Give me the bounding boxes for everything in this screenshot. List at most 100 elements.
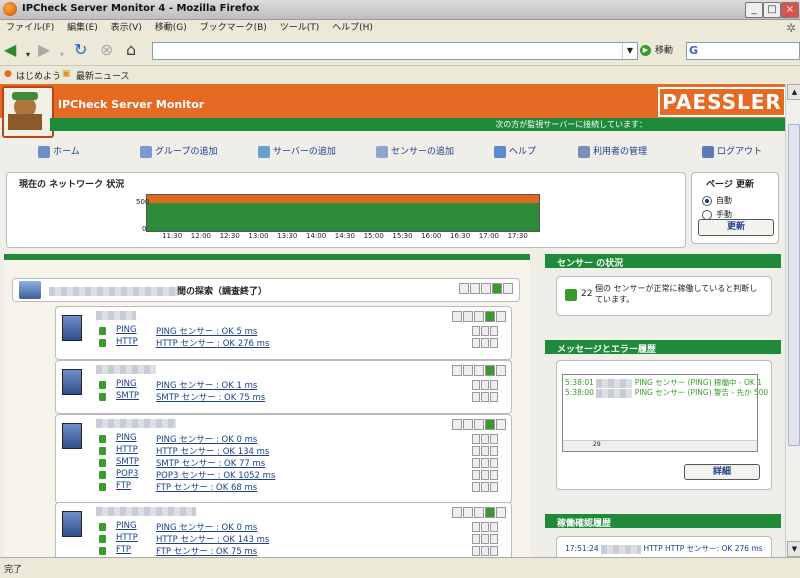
message-log[interactable]: 5:38:01 PING センサー (PING) 稼働中 - OK 1 5:38…	[562, 374, 768, 452]
sensor-name-link[interactable]: PING	[116, 325, 137, 335]
sensor-name-link[interactable]: PING	[116, 433, 137, 443]
sensor-description-link[interactable]: PING センサー : OK 1 ms	[156, 379, 257, 391]
url-input[interactable]: ▼	[152, 42, 638, 60]
server-icon	[258, 145, 270, 158]
sensor-description-link[interactable]: PING センサー : OK 0 ms	[156, 521, 257, 533]
sensor-name-link[interactable]: SMTP	[116, 457, 139, 467]
sensor-name-link[interactable]: PING	[116, 521, 137, 531]
scroll-thumb[interactable]	[788, 124, 800, 446]
page-content: IPCheck Server Monitor PAESSLER 次の方が監視サー…	[0, 84, 785, 557]
sensor-tools[interactable]	[471, 482, 498, 495]
close-button[interactable]: ×	[781, 2, 799, 18]
menu-add-server[interactable]: サーバーの追加	[258, 144, 336, 158]
scroll-up-icon[interactable]: ▲	[787, 84, 800, 100]
forward-dropdown-icon[interactable]: ▾	[60, 46, 64, 64]
graph-x-label: 16:30	[450, 232, 471, 240]
sensor-status-icon	[99, 483, 106, 491]
menu-help[interactable]: ヘルプ	[494, 144, 536, 158]
menu-add-group[interactable]: グループの追加	[140, 144, 217, 158]
server-tools[interactable]	[452, 365, 507, 379]
sensor-tools[interactable]	[471, 338, 498, 351]
stop-icon[interactable]: ⊗	[100, 41, 113, 59]
sensor-tools[interactable]	[471, 546, 498, 557]
sensor-status-icon	[99, 447, 106, 455]
sensor-description-link[interactable]: SMTP センサー : OK 77 ms	[156, 457, 265, 469]
sensor-name-link[interactable]: FTP	[116, 481, 131, 491]
sensor-name-link[interactable]: HTTP	[116, 337, 138, 347]
sensor-status-icon	[99, 381, 106, 389]
url-dropdown-icon[interactable]: ▼	[622, 43, 637, 59]
sensor-name-link[interactable]: FTP	[116, 545, 131, 555]
menu-bookmarks[interactable]: ブックマーク(B)	[200, 20, 267, 37]
sensor-description-link[interactable]: POP3 センサー : OK 1052 ms	[156, 469, 275, 481]
back-icon[interactable]: ◀	[4, 41, 16, 59]
group-icon	[19, 281, 41, 299]
minimize-button[interactable]: _	[745, 2, 763, 18]
group-tools[interactable]	[459, 283, 514, 297]
sensor-description-link[interactable]: PING センサー : OK 0 ms	[156, 433, 257, 445]
home-icon	[38, 145, 50, 158]
sensor-row: HTTP HTTP センサー : OK 134 ms	[96, 445, 506, 457]
menu-tools[interactable]: ツール(T)	[280, 20, 320, 37]
menu-logout[interactable]: ログアウト	[702, 144, 762, 158]
home-icon[interactable]: ⌂	[126, 41, 136, 59]
page-scrollbar[interactable]: ▲ ▼	[785, 84, 800, 557]
server-icon	[62, 511, 82, 537]
graph-x-label: 13:30	[277, 232, 298, 240]
menu-home[interactable]: ホーム	[38, 144, 80, 158]
sensor-name-link[interactable]: SMTP	[116, 391, 139, 401]
browser-menubar: ファイル(F) 編集(E) 表示(V) 移動(G) ブックマーク(B) ツール(…	[0, 20, 800, 37]
menu-add-sensor[interactable]: センサーの追加	[376, 144, 454, 158]
sensor-description-link[interactable]: FTP センサー : OK 75 ms	[156, 545, 257, 557]
sensor-status-icon	[99, 327, 106, 335]
sensor-description-link[interactable]: FTP センサー : OK 68 ms	[156, 481, 257, 493]
sensor-description-link[interactable]: HTTP センサー : OK 134 ms	[156, 445, 269, 457]
refresh-auto-radio[interactable]: 自動	[702, 195, 732, 206]
back-dropdown-icon[interactable]: ▾	[26, 46, 30, 64]
sensor-status-icon	[99, 459, 106, 467]
group-name: 間の探索（調査終了）	[49, 284, 267, 297]
refresh-button[interactable]: 更新	[698, 219, 774, 236]
sensor-name-link[interactable]: PING	[116, 379, 137, 389]
redacted-server-name	[96, 419, 176, 428]
server-card: PING PING センサー : OK 0 ms HTTP HTTP センサー : O…	[55, 414, 512, 504]
menu-edit[interactable]: 編集(E)	[67, 20, 98, 37]
server-icon	[62, 315, 82, 341]
server-tools[interactable]	[452, 507, 507, 521]
reload-icon[interactable]: ↻	[74, 41, 87, 59]
sensor-description-link[interactable]: PING センサー : OK 5 ms	[156, 325, 257, 337]
graph-x-label: 17:30	[507, 232, 528, 240]
sensor-name-link[interactable]: POP3	[116, 469, 138, 479]
sensor-description-link[interactable]: SMTP センサー : OK 75 ms	[156, 391, 265, 403]
connection-bar: 次の方が監視サーバーに接続しています：	[50, 118, 785, 131]
sensor-tools[interactable]	[471, 392, 498, 405]
network-graph	[146, 194, 540, 232]
google-icon: G	[689, 44, 699, 57]
maximize-button[interactable]: □	[763, 2, 781, 18]
menu-view[interactable]: 表示(V)	[111, 20, 142, 37]
forward-icon[interactable]: ▶	[38, 41, 50, 59]
server-tools[interactable]	[452, 311, 507, 325]
server-tools[interactable]	[452, 419, 507, 433]
sensor-description-link[interactable]: HTTP センサー : OK 276 ms	[156, 337, 269, 349]
redacted-server-name	[96, 365, 156, 374]
scroll-down-icon[interactable]: ▼	[787, 541, 800, 557]
sensor-name-link[interactable]: HTTP	[116, 533, 138, 543]
bookmark-latest-news[interactable]: 最新ニュース	[76, 69, 130, 82]
group-icon	[140, 145, 152, 158]
search-input[interactable]: G	[686, 42, 800, 60]
sensor-description-link[interactable]: HTTP センサー : OK 143 ms	[156, 533, 269, 545]
graph-warning-band	[147, 195, 539, 203]
go-button[interactable]: ▶ 移動	[640, 43, 673, 56]
menu-go[interactable]: 移動(G)	[155, 20, 187, 37]
menu-help[interactable]: ヘルプ(H)	[332, 20, 373, 37]
server-name	[96, 507, 196, 517]
details-button[interactable]: 詳細	[684, 464, 760, 480]
menu-user-management[interactable]: 利用者の管理	[578, 144, 647, 158]
log-hscroll[interactable]: 29	[563, 440, 757, 451]
go-icon: ▶	[640, 45, 651, 56]
bookmark-getting-started[interactable]: はじめよう	[16, 69, 61, 82]
sensor-name-link[interactable]: HTTP	[116, 445, 138, 455]
menu-file[interactable]: ファイル(F)	[6, 20, 54, 37]
server-name	[96, 419, 176, 429]
